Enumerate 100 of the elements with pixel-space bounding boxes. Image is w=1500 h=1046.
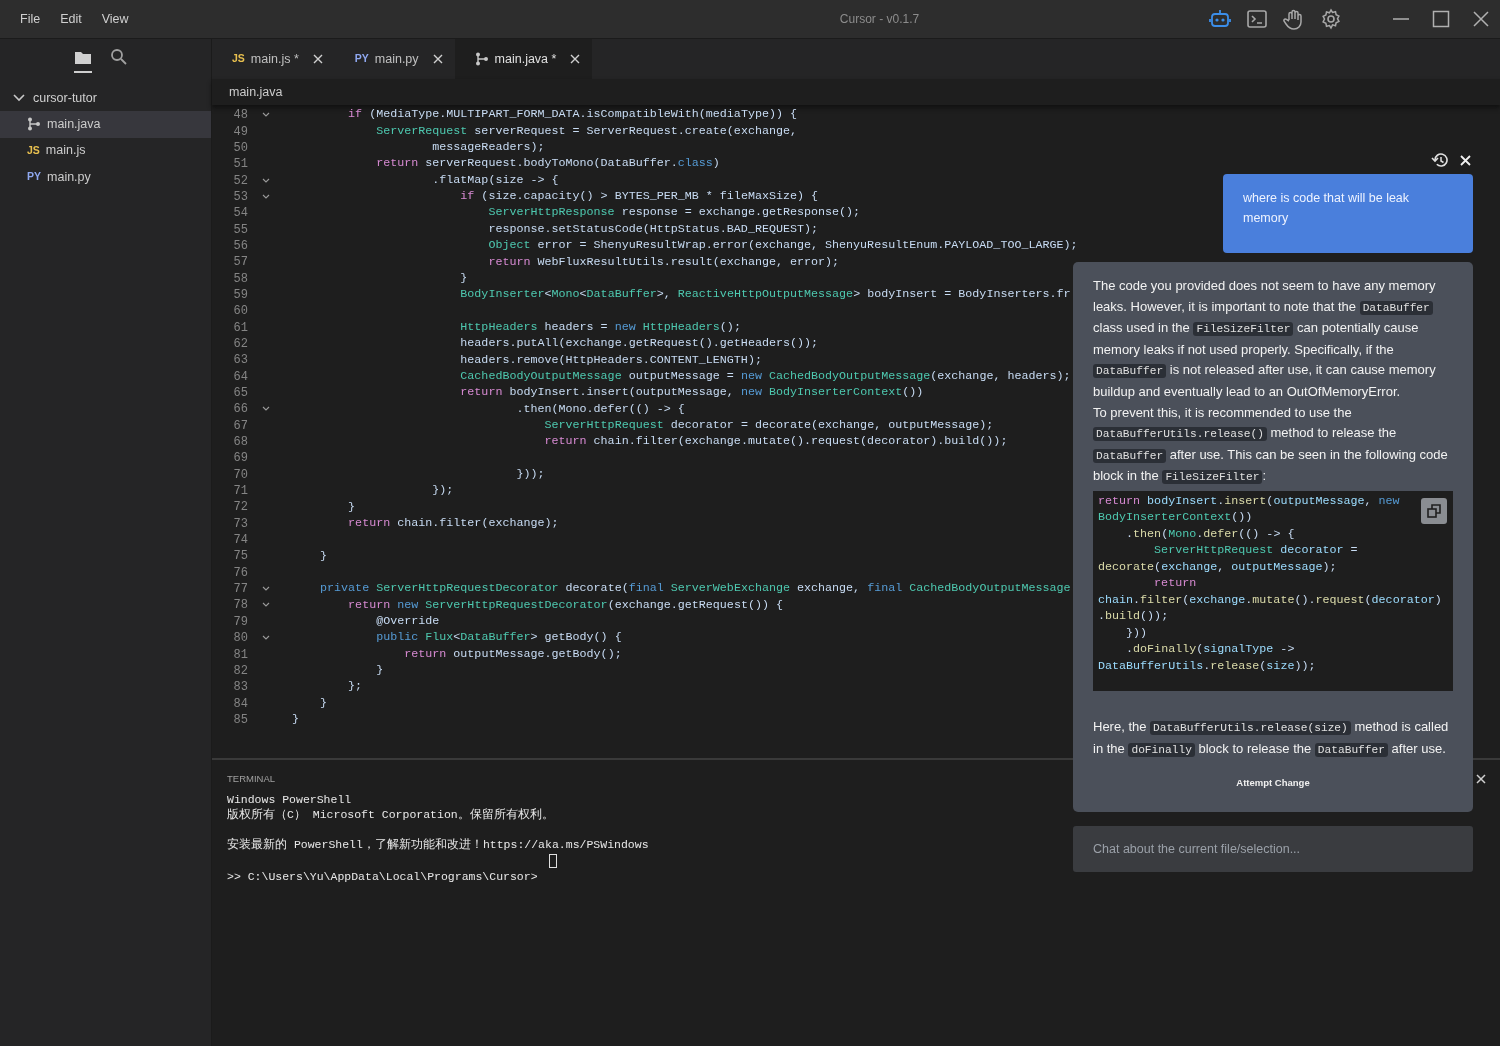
- panel-title: TERMINAL: [227, 772, 276, 786]
- line-number: 80: [232, 630, 248, 648]
- line-number: 65: [232, 385, 248, 402]
- editor-tab[interactable]: main.java *: [454, 39, 593, 79]
- terminal-line: >> C:\Users\Yu\AppData\Local\Programs\Cursor>: [227, 869, 538, 885]
- history-icon[interactable]: [1431, 151, 1448, 169]
- line-number: 64: [232, 368, 248, 386]
- file-type-label: PY: [27, 169, 41, 185]
- code-line: }: [292, 711, 299, 729]
- line-number: 58: [232, 270, 248, 288]
- copy-button[interactable]: [1421, 497, 1447, 524]
- code-line: messageReaders);: [431, 139, 545, 157]
- close-icon[interactable]: [570, 54, 581, 64]
- terminal-icon[interactable]: [1246, 8, 1268, 30]
- code-line: decorate(exchange, outputMessage);: [1098, 558, 1337, 576]
- line-number: 49: [232, 123, 248, 141]
- line-number: 52: [232, 172, 248, 190]
- branch-icon: [27, 117, 41, 132]
- code-line: }: [347, 498, 356, 516]
- code-line: return chain.filter(exchange);: [347, 515, 559, 532]
- line-number: 75: [232, 548, 248, 566]
- close-icon[interactable]: [1476, 774, 1486, 784]
- line-number: 50: [232, 139, 248, 157]
- line-number: 72: [232, 499, 248, 517]
- file-type-label: JS: [27, 142, 40, 158]
- menu-item[interactable]: Edit: [60, 9, 82, 29]
- code-line: .flatMap(size -> {: [431, 171, 559, 189]
- code-line: };: [347, 678, 363, 696]
- code-line: ServerHttpRequest decorator = decorate(exchange, outputMessage);: [543, 416, 994, 434]
- copy-icon: [1427, 503, 1441, 518]
- code-line: .then(Mono.defer(() -> {: [1125, 525, 1295, 543]
- hand-icon[interactable]: [1283, 8, 1305, 30]
- line-number: 84: [232, 695, 248, 713]
- line-number: 59: [232, 286, 248, 304]
- code-line: public Flux<DataBuffer> getBody() {: [375, 629, 622, 647]
- code-line: BodyInserter<Mono<DataBuffer>, ReactiveHttpOutputMessage> bodyInsert = BodyInserters.fr: [459, 286, 1071, 304]
- chevron-down-icon[interactable]: [262, 177, 270, 184]
- robot-icon[interactable]: [1209, 8, 1231, 30]
- menu-item[interactable]: File: [20, 9, 41, 29]
- code-line: .build());: [1098, 608, 1169, 625]
- file-type-label: PY: [354, 51, 369, 67]
- code-line: if (MediaType.MULTIPART_FORM_DATA.isCompatibleWith(mediaType)) {: [347, 106, 797, 124]
- code-line: })): [1125, 624, 1148, 642]
- chevron-down-icon[interactable]: [262, 635, 270, 642]
- line-number: 56: [232, 237, 248, 255]
- line-number: 53: [232, 188, 248, 206]
- chevron-down-icon[interactable]: [262, 193, 270, 200]
- code-line: @Override: [375, 613, 440, 631]
- chevron-down-icon[interactable]: [262, 406, 270, 413]
- code-line: }: [319, 694, 328, 712]
- menu-item[interactable]: View: [101, 9, 129, 29]
- code-line: BodyInserterContext()): [1098, 509, 1253, 526]
- line-number: 74: [232, 532, 248, 550]
- code-line: return new ServerHttpRequestDecorator(exchange.getRequest()) {: [347, 596, 783, 614]
- answer-paragraph: Here, the DataBufferUtils.release(size) method is called in the doFinally block to release the DataBuffer after use.: [1093, 717, 1450, 759]
- terminal-line: 安装最新的 PowerShell，了解新功能和改进！https://aka.ms/PSWindows: [227, 837, 649, 853]
- close-icon[interactable]: [1472, 10, 1490, 28]
- line-number: 55: [232, 221, 248, 239]
- explorer-entry[interactable]: main.java: [0, 111, 211, 138]
- code-line: return chain.filter(exchange.mutate().request(decorator).build());: [543, 433, 1008, 451]
- line-number: 79: [232, 613, 248, 631]
- code-line: .then(Mono.defer(() -> {: [515, 400, 685, 418]
- chat-input[interactable]: Chat about the current file/selection...: [1073, 826, 1473, 872]
- answer-paragraph: The code you provided does not seem to have any memory leaks. However, it is important to note that the DataBuffer class used in the FileSizeFilter can potentially cause memory leaks if not used properly. Specifically, if the DataBuffer is not released after use, it can cause memory buildup and eventually lead to an OutOfMemoryError.: [1093, 277, 1437, 401]
- line-number: 69: [232, 450, 248, 468]
- code-line: ServerHttpRequest decorator =: [1153, 542, 1358, 559]
- line-number: 77: [232, 581, 248, 599]
- line-number: 67: [232, 417, 248, 435]
- search-icon: [110, 48, 128, 66]
- code-line: headers.remove(HttpHeaders.CONTENT_LENGTH);: [459, 351, 762, 369]
- close-icon[interactable]: [432, 54, 443, 64]
- code-line: .doFinally(signalType ->: [1125, 641, 1295, 658]
- terminal-line: Windows PowerShell: [227, 792, 352, 808]
- line-number: 66: [232, 401, 248, 419]
- attempt-change-button[interactable]: Attempt Change: [1236, 776, 1310, 791]
- explorer-entry[interactable]: JS main.js: [0, 137, 211, 164]
- line-number: 85: [232, 711, 248, 729]
- chevron-down-icon[interactable]: [262, 586, 270, 593]
- code-line: }: [319, 547, 328, 565]
- line-number: 63: [232, 352, 248, 370]
- line-number: 54: [232, 205, 248, 223]
- terminal-line: 版权所有（C） Microsoft Corporation。保留所有权利。: [227, 807, 554, 823]
- line-number: 83: [232, 679, 248, 697]
- code-line: Object error = ShenyuResultWrap.error(exchange, ShenyuResultEnum.PAYLOAD_TOO_LARGE);: [487, 237, 1078, 255]
- chevron-down-icon[interactable]: [262, 602, 270, 609]
- breadcrumb[interactable]: main.java: [229, 82, 283, 102]
- line-number: 62: [232, 336, 248, 353]
- branch-icon: [474, 52, 489, 66]
- code-line: }: [459, 269, 468, 287]
- explorer-entry[interactable]: PY main.py: [0, 164, 211, 191]
- settings-icon[interactable]: [1320, 8, 1342, 30]
- folder-name[interactable]: cursor-tutor: [33, 88, 97, 108]
- code-line: return WebFluxResultUtils.result(exchange, error);: [487, 253, 840, 271]
- chevron-down-icon[interactable]: [262, 112, 270, 119]
- code-line: CachedBodyOutputMessage outputMessage = new CachedBodyOutputMessage(exchange, headers);: [459, 367, 1071, 385]
- code-line: });: [431, 482, 454, 500]
- maximize-icon[interactable]: [1432, 10, 1450, 28]
- close-icon[interactable]: [312, 54, 323, 64]
- line-number: 71: [232, 483, 248, 501]
- line-number: 68: [232, 434, 248, 452]
